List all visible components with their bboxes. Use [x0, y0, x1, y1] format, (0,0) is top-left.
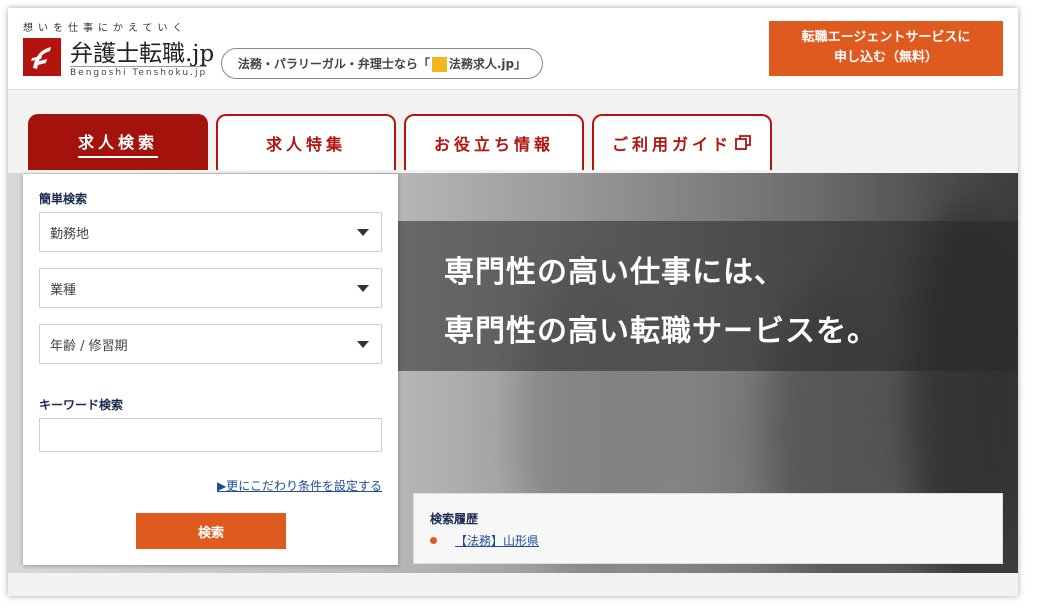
- age-select[interactable]: 年齢 / 修習期: [39, 324, 382, 364]
- browser-viewport: 想いを仕事にかえていく 弁護士転職.jp Bengoshi Tenshoku.j…: [8, 8, 1018, 596]
- chevron-down-icon: [357, 285, 369, 292]
- agent-cta-line2: 申し込む（無料）: [833, 50, 938, 65]
- industry-select[interactable]: 業種: [39, 268, 382, 308]
- hero-headline-2: 専門性の高い転職サービスを。: [444, 314, 878, 349]
- site-logo[interactable]: 弁護士転職.jp: [70, 34, 214, 68]
- tab-label: お役立ち情報: [433, 135, 554, 154]
- partner-logo-icon: [431, 57, 447, 72]
- search-history-box: 検索履歴 【法務】山形県: [413, 493, 1003, 564]
- search-panel: 簡単検索 勤務地 業種 年齢 / 修習期 キーワード検索 ▶更にこだわり条件を設…: [23, 174, 398, 565]
- tab-job-search[interactable]: 求人検索: [28, 114, 208, 170]
- age-select-value: 年齢 / 修習期: [50, 338, 128, 354]
- tab-label: 求人検索: [77, 129, 158, 158]
- chevron-down-icon: [357, 229, 369, 236]
- agent-signup-button[interactable]: 転職エージェントサービスに 申し込む（無料）: [769, 21, 1003, 76]
- search-history-link[interactable]: 【法務】山形県: [455, 532, 539, 549]
- main-nav: 求人検索 求人特集 お役立ち情報 ご利用ガイド: [8, 114, 1018, 279]
- search-button[interactable]: 検索: [136, 513, 286, 549]
- simple-search-title: 簡単検索: [39, 192, 88, 206]
- external-window-icon: [735, 135, 751, 150]
- tab-label: ご利用ガイド: [611, 135, 732, 154]
- tab-job-features[interactable]: 求人特集: [216, 114, 396, 170]
- chevron-down-icon: [357, 341, 369, 348]
- keyword-input[interactable]: [39, 418, 382, 452]
- location-select[interactable]: 勤務地: [39, 212, 382, 252]
- tab-user-guide[interactable]: ご利用ガイド: [592, 114, 772, 170]
- logo-mark-icon[interactable]: [23, 38, 61, 76]
- agent-cta-line1: 転職エージェントサービスに: [801, 30, 971, 45]
- bullet-icon: [430, 537, 437, 544]
- industry-select-value: 業種: [50, 282, 77, 298]
- tagline: 想いを仕事にかえていく: [23, 23, 188, 34]
- site-logo-subtitle: Bengoshi Tenshoku.jp: [70, 66, 208, 78]
- list-item: 【法務】山形県: [430, 532, 539, 549]
- tab-useful-info[interactable]: お役立ち情報: [404, 114, 584, 170]
- partner-site-link[interactable]: 法務・パラリーガル・弁理士なら「 法務求人.jp 」: [221, 48, 543, 79]
- partner-brand: 法務求人.jp: [448, 57, 515, 71]
- location-select-value: 勤務地: [50, 226, 90, 242]
- advanced-conditions-link[interactable]: ▶更にこだわり条件を設定する: [217, 477, 382, 494]
- keyword-search-title: キーワード検索: [39, 398, 124, 412]
- hero-headline-1: 専門性の高い仕事には、: [444, 255, 785, 290]
- partner-text-before: 法務・パラリーガル・弁理士なら「: [237, 57, 430, 71]
- partner-text-after: 」: [514, 57, 527, 71]
- search-history-title: 検索履歴: [430, 512, 479, 526]
- site-header: 想いを仕事にかえていく 弁護士転職.jp Bengoshi Tenshoku.j…: [8, 8, 1018, 90]
- tab-label: 求人特集: [265, 135, 346, 154]
